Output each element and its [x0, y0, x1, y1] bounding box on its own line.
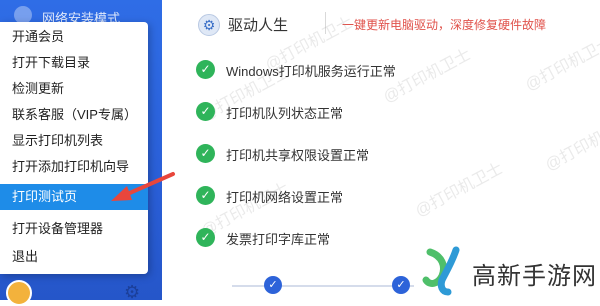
check-icon: ✓	[196, 102, 215, 121]
check-label: Windows打印机服务运行正常	[226, 64, 396, 79]
avatar[interactable]	[6, 280, 32, 306]
app-title: 驱动人生	[228, 17, 289, 34]
menu-item-check-update[interactable]: 检测更新	[0, 76, 148, 102]
check-icon: ✓	[196, 186, 215, 205]
header-divider	[325, 12, 326, 34]
site-logo: 高新手游网	[414, 242, 600, 300]
check-icon: ✓	[196, 228, 215, 247]
menu-item-contact-support[interactable]: 联系客服（VIP专属）	[0, 102, 148, 128]
check-icon: ✓	[196, 144, 215, 163]
step-check-icon: ✓	[392, 276, 410, 294]
gear-icon: ⚙	[198, 14, 220, 36]
check-label: 发票打印字库正常	[226, 232, 331, 247]
menu-item-open-vip[interactable]: 开通会员	[0, 24, 148, 50]
check-label: 打印机队列状态正常	[226, 106, 344, 121]
app-description: 一键更新电脑驱动，深度修复硬件故障	[342, 18, 547, 32]
menu-item-exit[interactable]: 退出	[0, 244, 148, 270]
step-check-icon: ✓	[264, 276, 282, 294]
menu-item-open-device-manager[interactable]: 打开设备管理器	[0, 216, 148, 242]
menu-item-show-printer-list[interactable]: 显示打印机列表	[0, 128, 148, 154]
check-label: 打印机网络设置正常	[226, 190, 344, 205]
context-menu: 开通会员 打开下载目录 检测更新 联系客服（VIP专属） 显示打印机列表 打开添…	[0, 22, 148, 274]
logo-mark-icon	[422, 246, 460, 296]
check-icon: ✓	[196, 60, 215, 79]
annotation-arrow-icon	[111, 172, 175, 201]
menu-item-open-download-folder[interactable]: 打开下载目录	[0, 50, 148, 76]
check-label: 打印机共享权限设置正常	[226, 148, 370, 163]
logo-text: 高新手游网	[472, 263, 597, 290]
settings-gear-icon[interactable]: ⚙	[124, 283, 140, 301]
